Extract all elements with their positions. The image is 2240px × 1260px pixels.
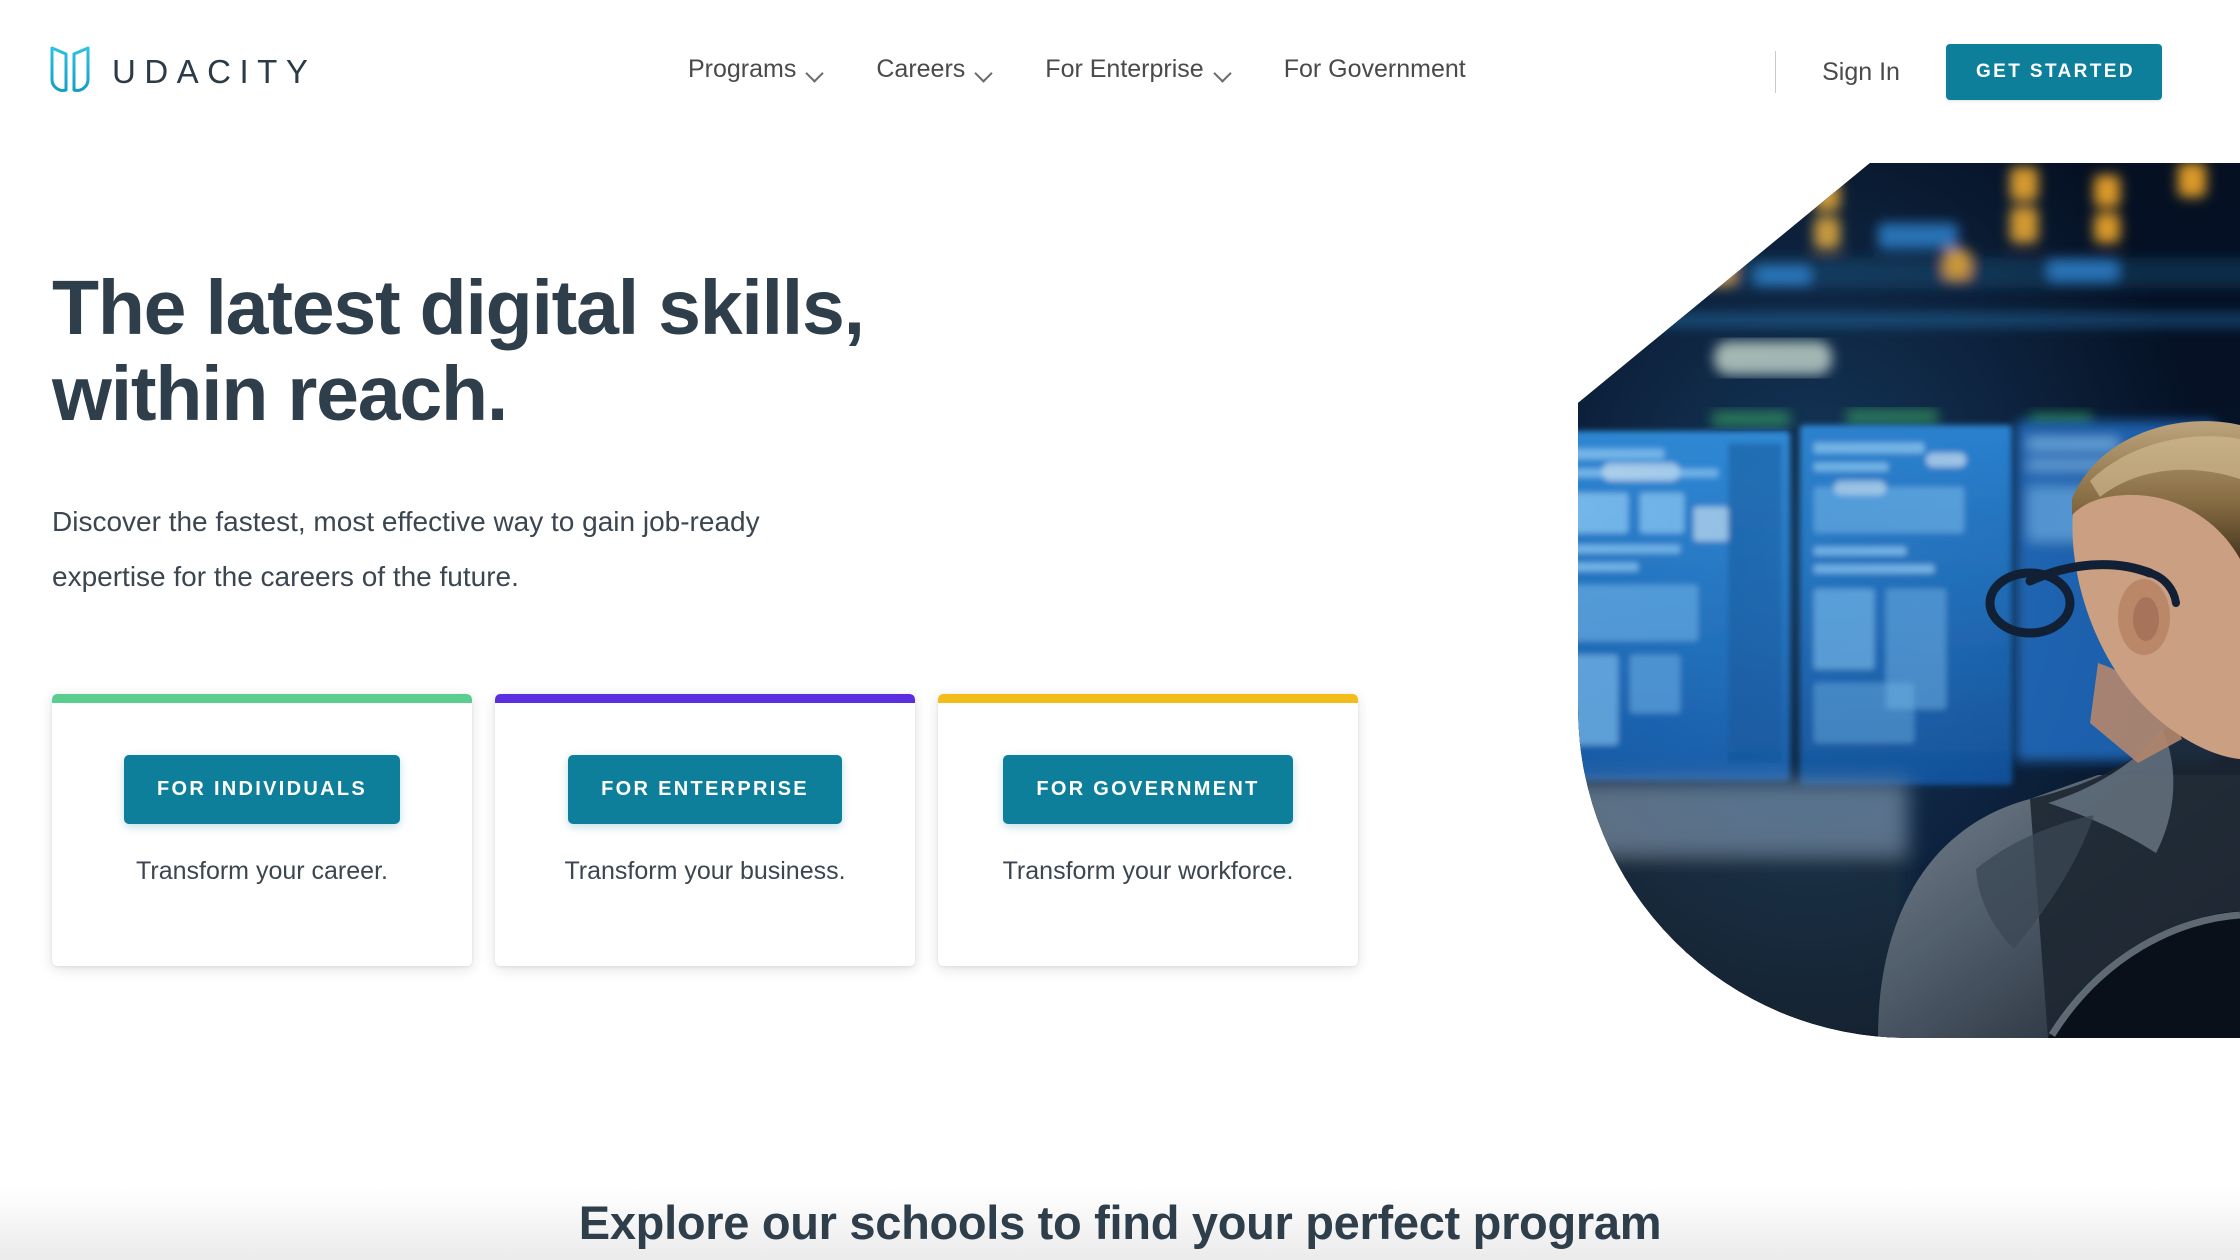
- for-enterprise-button[interactable]: FOR ENTERPRISE: [568, 755, 842, 824]
- site-header: UDACITY Programs Careers For Enterprise …: [0, 0, 2240, 155]
- card-caption: Transform your career.: [136, 857, 388, 885]
- chevron-down-icon: [1215, 67, 1232, 77]
- subhead-line-1: Discover the fastest, most effective way…: [52, 506, 760, 537]
- sign-in-link[interactable]: Sign In: [1822, 58, 1900, 87]
- card-accent-bar: [938, 694, 1358, 703]
- nav-item-for-enterprise[interactable]: For Enterprise: [1045, 55, 1231, 84]
- logo[interactable]: UDACITY: [48, 44, 316, 100]
- hero-image-frame: [1578, 163, 2240, 1038]
- for-individuals-button[interactable]: FOR INDIVIDUALS: [123, 755, 401, 824]
- headline-line-1: The latest digital skills,: [52, 265, 865, 351]
- nav-label-programs: Programs: [688, 55, 797, 83]
- hero-photo-illustration: [1578, 163, 2240, 1038]
- hero-content: The latest digital skills, within reach. …: [52, 265, 865, 604]
- page-title: The latest digital skills, within reach.: [52, 265, 865, 437]
- headline-line-2: within reach.: [52, 351, 508, 437]
- audience-cards: FOR INDIVIDUALS Transform your career. F…: [52, 694, 1358, 966]
- primary-nav: Programs Careers For Enterprise For Gove…: [688, 55, 1466, 84]
- card-accent-bar: [495, 694, 915, 703]
- logo-wordmark: UDACITY: [112, 53, 317, 90]
- nav-item-programs[interactable]: Programs: [688, 55, 824, 84]
- for-government-button[interactable]: FOR GOVERNMENT: [1003, 755, 1293, 824]
- card-for-individuals[interactable]: FOR INDIVIDUALS Transform your career.: [52, 694, 472, 966]
- header-divider: [1774, 51, 1777, 93]
- card-accent-bar: [52, 694, 472, 703]
- page-root: UDACITY Programs Careers For Enterprise …: [0, 0, 2240, 1260]
- nav-label-for-enterprise: For Enterprise: [1045, 55, 1204, 83]
- subhead-line-2: expertise for the careers of the future.: [52, 561, 519, 592]
- chevron-down-icon: [807, 67, 824, 77]
- nav-item-careers[interactable]: Careers: [876, 55, 993, 84]
- card-for-enterprise[interactable]: FOR ENTERPRISE Transform your business.: [495, 694, 915, 966]
- nav-label-for-government: For Government: [1283, 55, 1466, 83]
- get-started-button[interactable]: GET STARTED: [1945, 44, 2162, 100]
- hero-subtitle: Discover the fastest, most effective way…: [52, 494, 864, 604]
- nav-item-for-government[interactable]: For Government: [1284, 55, 1466, 84]
- schools-section-heading: Explore our schools to find your perfect…: [578, 1196, 1662, 1249]
- card-caption: Transform your business.: [564, 857, 846, 885]
- chevron-down-icon: [976, 67, 993, 77]
- hero-image: [1578, 163, 2240, 1038]
- udacity-u-logo-icon: [50, 46, 90, 92]
- card-for-government[interactable]: FOR GOVERNMENT Transform your workforce.: [938, 694, 1358, 966]
- nav-label-careers: Careers: [876, 55, 966, 83]
- header-actions: Sign In GET STARTED: [1774, 44, 2162, 100]
- card-caption: Transform your workforce.: [1002, 857, 1294, 885]
